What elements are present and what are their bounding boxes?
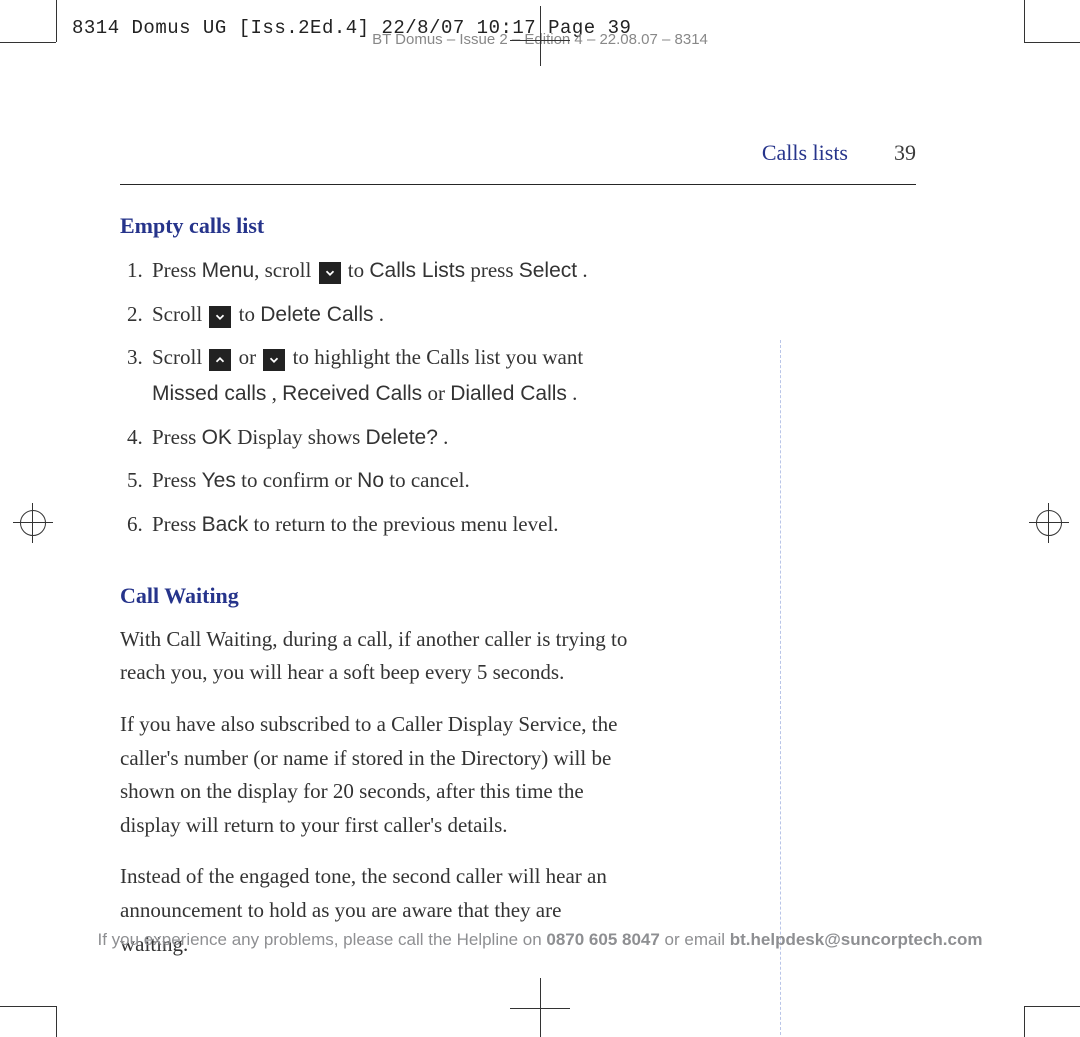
registration-mark-left [20, 510, 46, 536]
page-number: 39 [894, 140, 916, 166]
page-content: Calls lists 39 Empty calls list Press Me… [120, 140, 916, 979]
chevron-down-icon [263, 349, 285, 371]
heading-call-waiting: Call Waiting [120, 583, 610, 609]
footer-text: or email [660, 930, 730, 949]
chevron-down-icon [209, 306, 231, 328]
chevron-up-icon [209, 349, 231, 371]
step-6: Press Back to return to the previous men… [148, 507, 610, 543]
helpline-phone: 0870 605 8047 [546, 930, 659, 949]
heading-empty-calls-list: Empty calls list [120, 213, 610, 239]
running-head: Calls lists 39 [120, 140, 916, 166]
step-5: Press Yes to confirm or No to cancel. [148, 463, 610, 499]
step-3: Scroll or to highlight the Calls list yo… [148, 340, 610, 411]
paragraph: If you have also subscribed to a Caller … [120, 708, 630, 842]
steps-list: Press Menu, scroll to Calls Lists press … [120, 253, 610, 543]
registration-mark-right [1036, 510, 1062, 536]
helpline-footer: If you experience any problems, please c… [0, 930, 1080, 950]
step-1: Press Menu, scroll to Calls Lists press … [148, 253, 610, 289]
paragraph: With Call Waiting, during a call, if ano… [120, 623, 630, 690]
helpline-email: bt.helpdesk@suncorptech.com [730, 930, 983, 949]
step-2: Scroll to Delete Calls . [148, 297, 610, 333]
step-4: Press OK Display shows Delete? . [148, 420, 610, 456]
header-rule [120, 184, 916, 185]
footer-text: If you experience any problems, please c… [98, 930, 547, 949]
chevron-down-icon [319, 262, 341, 284]
section-name: Calls lists [762, 140, 848, 166]
